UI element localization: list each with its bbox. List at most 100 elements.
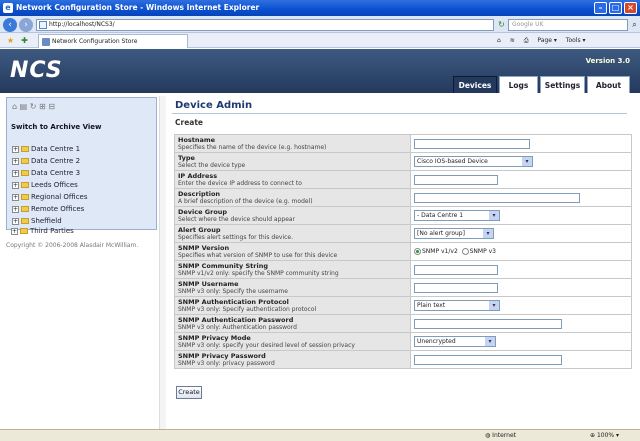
tab-logs[interactable]: Logs (499, 76, 538, 93)
select-value: Cisco IOS-based Device (417, 158, 488, 165)
field-description: SNMP v3 only: privacy password (178, 360, 275, 367)
privacy-password-input[interactable] (414, 354, 562, 365)
folder-icon (21, 182, 29, 188)
folder-add-icon[interactable]: ▤ (20, 102, 28, 111)
tree-item-regional-offices[interactable]: + Regional Offices (12, 192, 88, 202)
device-group-select[interactable]: - Data Centre 1 ▾ (414, 210, 500, 221)
auth-password-input[interactable] (414, 318, 562, 329)
field-label: SNMP Community String (178, 262, 268, 270)
field-label-cell: Description A brief description of the de… (174, 188, 411, 207)
form-row-type: Type Select the device type Cisco IOS-bas… (174, 152, 632, 171)
field-control-cell (410, 350, 632, 369)
type-select[interactable]: Cisco IOS-based Device ▾ (414, 156, 533, 167)
field-label-cell: SNMP Community String SNMP v1/v2 only: sp… (174, 260, 411, 279)
search-input[interactable]: Google UK (508, 19, 628, 31)
select-value: [No alert group] (417, 230, 465, 237)
hostname-input[interactable] (414, 138, 530, 149)
page-icon (39, 21, 47, 29)
field-label-cell: SNMP Username SNMP v3 only: Specify the u… (174, 278, 411, 297)
folder-icon (21, 146, 29, 152)
expand-icon[interactable]: ⊞ (39, 102, 46, 111)
privacy-mode-select[interactable]: Unencrypted ▾ (414, 336, 496, 347)
tree-item-remote-offices[interactable]: + Remote Offices (12, 204, 84, 214)
refresh-icon[interactable]: ↻ (496, 19, 507, 30)
browser-tabbar: ★ ✚ Network Configuration Store ⌂ ≋ ⎙ Pa… (0, 33, 640, 48)
expand-icon[interactable]: + (12, 169, 19, 177)
select-value: Unencrypted (417, 338, 456, 345)
field-control-cell (410, 170, 632, 189)
field-label-cell: SNMP Version Specifies what version of SN… (174, 242, 411, 261)
field-label: SNMP Privacy Password (178, 352, 266, 360)
field-label: Hostname (178, 136, 216, 144)
snmp-v1v2-radio[interactable] (414, 248, 421, 255)
add-favorite-icon[interactable]: ✚ (19, 35, 30, 46)
field-description: SNMP v1/v2 only: specify the SNMP commun… (178, 270, 339, 277)
tree-item-leeds-offices[interactable]: + Leeds Offices (12, 180, 78, 190)
forward-icon[interactable]: › (19, 18, 33, 32)
snmp-v3-radio[interactable] (461, 248, 469, 255)
window-titlebar: e Network Configuration Store - Windows … (0, 0, 640, 16)
folder-icon (21, 158, 29, 164)
favorites-star-icon[interactable]: ★ (5, 35, 16, 46)
field-label-cell: SNMP Privacy Password SNMP v3 only: priva… (174, 350, 411, 369)
field-description: Specifies what version of SNMP to use fo… (178, 252, 338, 259)
expand-icon[interactable]: + (11, 227, 18, 235)
tab-title: Network Configuration Store (52, 38, 138, 45)
feeds-icon[interactable]: ≋ (510, 37, 515, 44)
archive-view-link[interactable]: Switch to Archive View (11, 123, 101, 131)
tab-devices[interactable]: Devices (453, 76, 497, 93)
browser-window: e Network Configuration Store - Windows … (0, 0, 640, 441)
close-button[interactable]: × (624, 2, 637, 14)
description-input[interactable] (414, 192, 580, 203)
browser-navbar: ‹ › http://localhost/NCS3/ ↻ Google UK ⌕ (0, 16, 640, 33)
address-url: http://localhost/NCS3/ (49, 21, 115, 28)
auth-protocol-select[interactable]: Plain text ▾ (414, 300, 500, 311)
field-label: Device Group (178, 208, 228, 216)
tab-settings[interactable]: Settings (540, 76, 585, 93)
print-icon[interactable]: ⎙ (524, 37, 529, 44)
field-control-cell (410, 188, 632, 207)
tree-item-third-parties[interactable]: + Third Parties (11, 226, 74, 236)
expand-icon[interactable]: + (12, 181, 19, 189)
expand-icon[interactable]: + (12, 145, 19, 153)
zoom-control[interactable]: ⊕ 100% ▾ (590, 430, 619, 441)
home-icon[interactable]: ⌂ (12, 102, 17, 111)
tools-menu[interactable]: Tools ▾ (566, 37, 586, 44)
tree-item-data-centre-1[interactable]: + Data Centre 1 (12, 144, 80, 154)
alert-group-select[interactable]: [No alert group] ▾ (414, 228, 494, 239)
browser-tab[interactable]: Network Configuration Store (38, 34, 188, 48)
splitter[interactable] (159, 96, 166, 429)
maximize-button[interactable]: □ (609, 2, 622, 14)
back-icon[interactable]: ‹ (3, 18, 17, 32)
home-icon[interactable]: ⌂ (497, 37, 501, 44)
community-string-input[interactable] (414, 264, 498, 275)
field-description: SNMP v3 only: Specify the username (178, 288, 288, 295)
page-menu[interactable]: Page ▾ (537, 37, 556, 44)
refresh-icon[interactable]: ↻ (30, 102, 37, 111)
expand-icon[interactable]: + (12, 205, 19, 213)
expand-icon[interactable]: + (12, 217, 19, 225)
field-label: IP Address (178, 172, 218, 180)
minimize-button[interactable]: – (594, 2, 607, 14)
form-row-ip-address: IP Address Enter the device IP address to… (174, 170, 632, 189)
field-label: Description (178, 190, 221, 198)
create-button[interactable]: Create (176, 386, 202, 399)
tree-item-data-centre-2[interactable]: + Data Centre 2 (12, 156, 80, 166)
tree-item-data-centre-3[interactable]: + Data Centre 3 (12, 168, 80, 178)
ip-address-input[interactable] (414, 174, 498, 185)
collapse-icon[interactable]: ⊟ (48, 102, 55, 111)
search-icon[interactable]: ⌕ (629, 19, 640, 30)
snmp-username-input[interactable] (414, 282, 498, 293)
field-label-cell: SNMP Authentication Protocol SNMP v3 only… (174, 296, 411, 315)
tree-item-sheffield[interactable]: + Sheffield (12, 216, 62, 226)
form-row-description: Description A brief description of the de… (174, 188, 632, 207)
tab-about[interactable]: About (587, 76, 630, 93)
zoom-label: 100% (596, 432, 615, 439)
sidebar: ⌂ ▤ ↻ ⊞ ⊟ Switch to Archive View + Data C… (6, 97, 157, 230)
expand-icon[interactable]: + (12, 193, 19, 201)
expand-icon[interactable]: + (12, 157, 19, 165)
address-bar[interactable]: http://localhost/NCS3/ (36, 19, 494, 31)
field-control-cell: - Data Centre 1 ▾ (410, 206, 632, 225)
folder-icon (21, 194, 29, 200)
chevron-down-icon: ▾ (489, 301, 499, 310)
